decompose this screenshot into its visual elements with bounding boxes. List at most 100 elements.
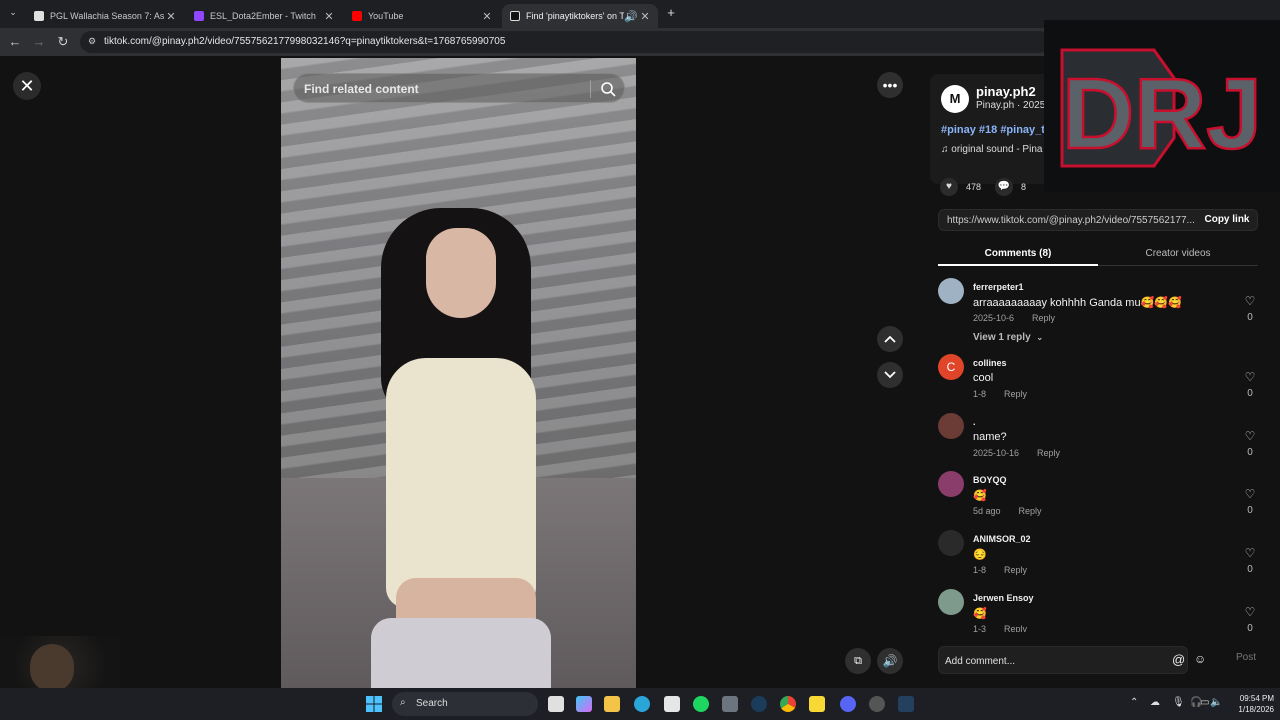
commenter-avatar[interactable] <box>938 530 964 556</box>
commenter-avatar[interactable] <box>938 589 964 615</box>
video-player[interactable] <box>281 58 636 688</box>
related-search-input[interactable] <box>304 81 584 97</box>
commenter-name[interactable]: . <box>973 417 976 427</box>
app-icon[interactable] <box>722 696 738 712</box>
tab-creator-videos[interactable]: Creator videos <box>1098 244 1258 266</box>
tab-title: Find 'pinaytiktokers' on TikTok <box>526 11 624 21</box>
video-subject-top <box>386 358 536 608</box>
comment-meta: 2025-10-16 Reply <box>973 448 1060 458</box>
post-button[interactable]: Post <box>1236 652 1256 663</box>
spotify-icon[interactable] <box>693 696 709 712</box>
reply-button[interactable]: Reply <box>1019 506 1042 516</box>
tab-search-icon[interactable]: ⌄ <box>6 7 20 21</box>
comment-meta: 1-3 Reply <box>973 624 1027 632</box>
close-tab-icon[interactable]: ✕ <box>638 10 652 23</box>
cloud-icon[interactable]: ☁ <box>1150 697 1160 708</box>
creator-username[interactable]: pinay.ph2 <box>976 84 1036 99</box>
reply-button[interactable]: Reply <box>1032 313 1055 323</box>
heart-icon[interactable]: ♡ <box>1242 370 1258 384</box>
drj-logo-text: DRJ <box>1062 58 1262 170</box>
commenter-name[interactable]: ferrerpeter1 <box>973 282 1024 292</box>
back-button[interactable]: ← <box>7 34 23 50</box>
emoji-icon[interactable]: ☺ <box>1194 652 1206 666</box>
comment-icon[interactable]: 💬 <box>995 178 1014 196</box>
commenter-name[interactable]: ANIMSOR_02 <box>973 534 1031 544</box>
more-options-button[interactable]: ••• <box>877 72 903 98</box>
microphone-icon[interactable]: 🎙 <box>1172 697 1185 708</box>
heart-icon[interactable]: ♡ <box>1242 546 1258 560</box>
add-comment-input[interactable] <box>945 653 1165 669</box>
taskbar-clock[interactable]: 09:54 PM 1/18/2026 <box>1226 693 1274 715</box>
new-tab-button[interactable]: + <box>664 6 678 20</box>
commenter-avatar[interactable] <box>938 471 964 497</box>
music-row[interactable]: ♫ original sound - Pina <box>941 144 1042 155</box>
reply-button[interactable]: Reply <box>1037 448 1060 458</box>
taskbar-search[interactable]: ⌕ Search <box>392 692 538 716</box>
windows-start-icon[interactable] <box>366 696 382 712</box>
tab-twitch[interactable]: ESL_Dota2Ember - Twitch ✕ <box>186 4 342 28</box>
app-icon[interactable] <box>869 696 885 712</box>
reload-button[interactable]: ↻ <box>55 34 71 50</box>
edge-icon[interactable] <box>634 696 650 712</box>
speaker-icon[interactable]: 🔈 <box>1210 697 1222 708</box>
tray-chevron-icon[interactable]: ⌃ <box>1130 697 1138 708</box>
share-link-text[interactable]: https://www.tiktok.com/@pinay.ph2/video/… <box>947 215 1195 226</box>
commenter-name[interactable]: BOYQQ <box>973 475 1007 485</box>
close-tab-icon[interactable]: ✕ <box>164 10 178 23</box>
creator-avatar[interactable]: M <box>941 85 969 113</box>
commenter-avatar[interactable] <box>938 413 964 439</box>
commenter-avatar[interactable] <box>938 278 964 304</box>
comments-list: ferrerpeter1 arraaaaaaaaay kohhhh Ganda m… <box>918 278 1280 632</box>
tab-title: PGL Wallachia Season 7: Asia Cl <box>50 11 164 21</box>
next-video-button[interactable] <box>877 362 903 388</box>
heart-icon[interactable]: ♥ <box>940 178 958 196</box>
comment-item: Jerwen Ensoy 🥰 1-3 Reply ♡ 0 <box>938 589 1268 632</box>
heart-icon[interactable]: ♡ <box>1242 487 1258 501</box>
steam-icon[interactable] <box>898 696 914 712</box>
heart-icon[interactable]: ♡ <box>1242 294 1258 308</box>
tab-active-indicator <box>938 264 1098 266</box>
tab-youtube[interactable]: YouTube ✕ <box>344 4 500 28</box>
copilot-icon[interactable] <box>576 696 592 712</box>
commenter-avatar[interactable]: C <box>938 354 964 380</box>
miniplayer-button[interactable]: ⧉ <box>845 648 871 674</box>
hashtags[interactable]: #pinay #18 #pinay_ti <box>941 124 1048 136</box>
reply-button[interactable]: Reply <box>1004 389 1027 399</box>
speaker-icon[interactable]: 🔊 <box>624 10 638 23</box>
search-icon: ⌕ <box>400 697 406 708</box>
view-replies-link[interactable]: View 1 reply ⌄ <box>973 332 1043 343</box>
tab-tiktok[interactable]: Find 'pinaytiktokers' on TikTok 🔊 ✕ <box>502 4 658 28</box>
comment-meta: 5d ago Reply <box>973 506 1042 516</box>
clock-time: 09:54 PM <box>1239 694 1274 703</box>
reply-button[interactable]: Reply <box>1004 565 1027 575</box>
close-button[interactable]: ✕ <box>13 72 41 100</box>
tab-comments[interactable]: Comments (8) <box>938 244 1098 266</box>
close-tab-icon[interactable]: ✕ <box>322 10 336 23</box>
task-view-icon[interactable] <box>548 696 564 712</box>
comment-item: . name? 2025-10-16 Reply ♡ 0 <box>938 413 1268 472</box>
previous-video-button[interactable] <box>877 326 903 352</box>
commenter-name[interactable]: collines <box>973 358 1007 368</box>
address-bar[interactable]: ⚙ tiktok.com/@pinay.ph2/video/7557562177… <box>80 31 1050 53</box>
forward-button[interactable]: → <box>31 34 47 50</box>
comment-text: name? <box>973 431 1007 443</box>
site-info-icon[interactable]: ⚙ <box>88 36 96 47</box>
close-tab-icon[interactable]: ✕ <box>480 10 494 23</box>
steam-icon[interactable] <box>751 696 767 712</box>
heart-icon[interactable]: ♡ <box>1242 429 1258 443</box>
chrome-icon[interactable] <box>780 696 796 712</box>
comment-meta: 1-8 Reply <box>973 389 1027 399</box>
store-icon[interactable] <box>664 696 680 712</box>
search-icon[interactable] <box>599 80 617 98</box>
commenter-name[interactable]: Jerwen Ensoy <box>973 593 1034 603</box>
discord-icon[interactable] <box>840 696 856 712</box>
mention-icon[interactable]: @ <box>1172 652 1185 667</box>
file-explorer-icon[interactable] <box>604 696 620 712</box>
volume-button[interactable]: 🔊 <box>877 648 903 674</box>
copy-link-button[interactable]: Copy link <box>1195 210 1259 230</box>
heart-icon[interactable]: ♡ <box>1242 605 1258 619</box>
tab-pgl[interactable]: PGL Wallachia Season 7: Asia Cl ✕ <box>26 4 184 28</box>
sticky-notes-icon[interactable] <box>809 696 825 712</box>
reply-button[interactable]: Reply <box>1004 624 1027 632</box>
network-icon[interactable]: ▭ <box>1200 697 1209 708</box>
